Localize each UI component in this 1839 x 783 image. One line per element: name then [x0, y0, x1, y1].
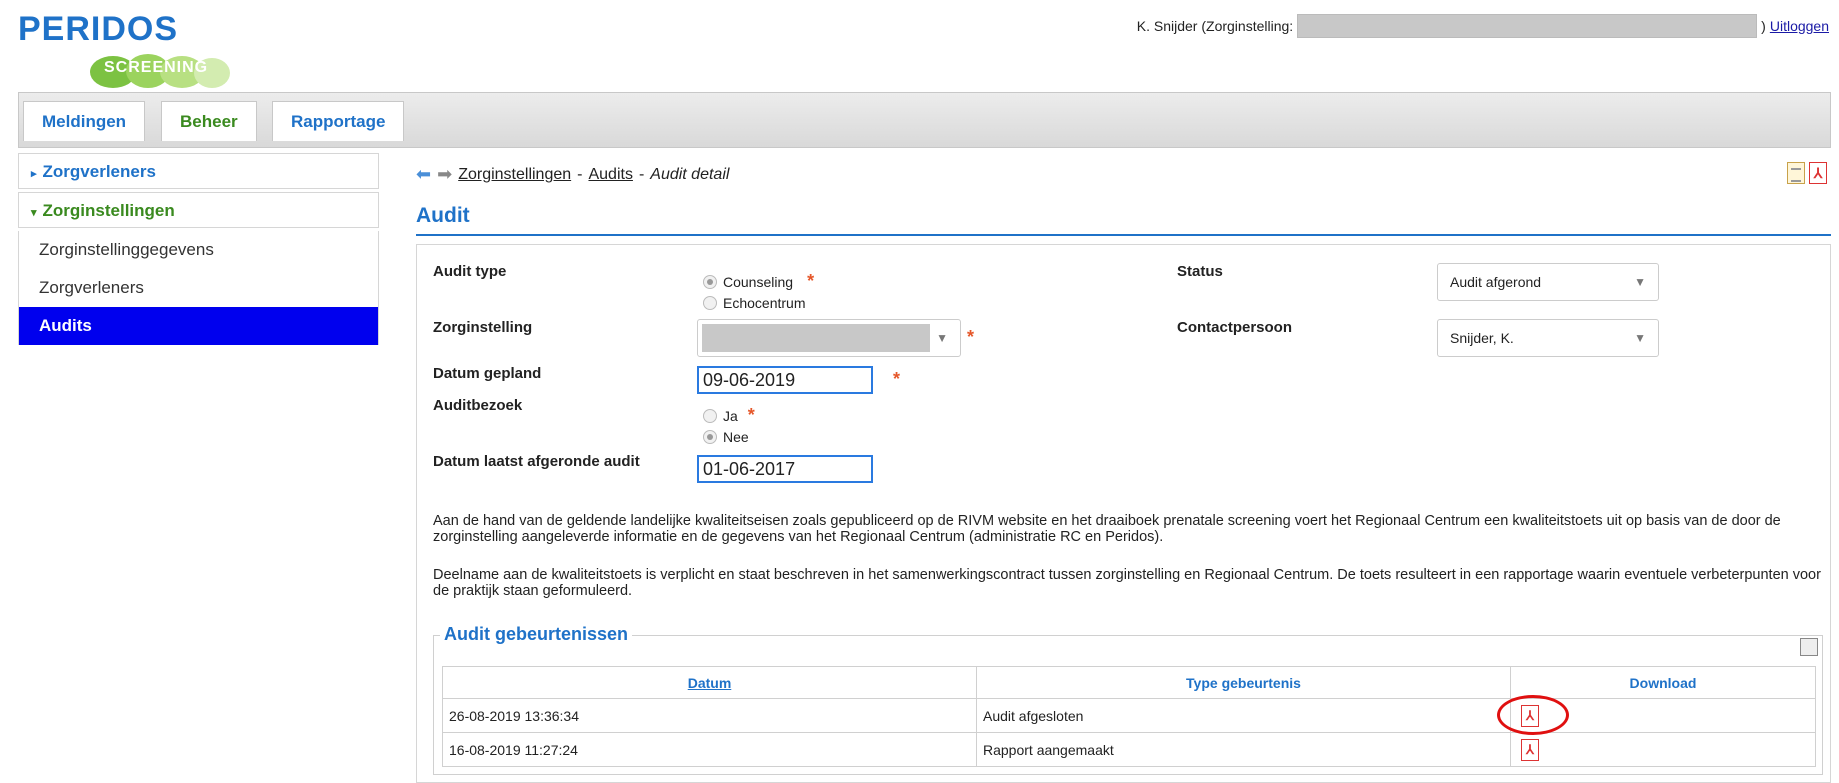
radio-ja[interactable]: Ja *: [703, 405, 755, 426]
audit-type-label: Audit type: [433, 263, 507, 280]
column-header-type: Type gebeurtenis: [976, 666, 1511, 699]
required-marker: *: [807, 271, 815, 291]
logo-subtitle: SCREENING: [104, 59, 209, 76]
logout-link[interactable]: Uitloggen: [1770, 18, 1829, 34]
radio-counseling[interactable]: Counseling *: [703, 271, 814, 292]
redacted-institution: [1297, 14, 1758, 38]
radio-button[interactable]: [703, 274, 717, 289]
zorginstelling-label: Zorginstelling: [433, 319, 533, 336]
table-row: 16-08-2019 11:27:24 Rapport aangemaakt ⅄: [442, 732, 1816, 767]
required-marker: *: [967, 327, 975, 347]
logo-title: PERIDOS: [18, 10, 179, 48]
sort-datum-link[interactable]: Datum: [688, 675, 732, 691]
export-icons: ⅄: [1787, 162, 1827, 184]
forward-arrow-icon[interactable]: ➡: [437, 164, 452, 185]
datum-laatst-input[interactable]: 01-06-2017: [697, 455, 873, 483]
cell-type: Rapport aangemaakt: [976, 732, 1511, 767]
info-paragraph-2: Deelname aan de kwaliteitstoets is verpl…: [433, 567, 1821, 599]
tab-beheer[interactable]: Beheer: [161, 101, 257, 141]
cell-download: ⅄: [1510, 732, 1816, 767]
columns-icon[interactable]: [1800, 638, 1818, 656]
column-header-datum[interactable]: Datum: [442, 666, 977, 699]
user-suffix: ): [1761, 18, 1766, 34]
audit-events-table: Datum Type gebeurtenis Download 26-08-20…: [442, 666, 1816, 767]
contactpersoon-select-value: Snijder, K.: [1450, 330, 1514, 346]
tab-meldingen[interactable]: Meldingen: [23, 101, 146, 141]
chevron-down-icon: ▼: [1634, 275, 1646, 289]
user-name: K. Snijder (Zorginstelling:: [1136, 18, 1294, 34]
required-marker: *: [893, 369, 901, 389]
cell-datum: 26-08-2019 13:36:34: [442, 698, 977, 733]
audit-events-title: Audit gebeurtenissen: [440, 624, 633, 645]
caret-right-icon: ▸: [31, 168, 37, 180]
audit-events-fieldset: Audit gebeurtenissen Datum Type gebeurte…: [433, 624, 1823, 775]
peridos-logo: PERIDOS SCREENING: [18, 10, 248, 88]
datum-gepland-label: Datum gepland: [433, 365, 542, 382]
sidebar-group-label: Zorgverleners: [42, 162, 156, 181]
breadcrumb-separator: -: [638, 165, 645, 183]
status-select-value: Audit afgerond: [1450, 274, 1542, 290]
audit-form-panel: Audit type Counseling * Echocentrum Stat…: [416, 244, 1831, 783]
contactpersoon-label: Contactpersoon: [1177, 319, 1293, 336]
pdf-download-icon[interactable]: ⅄: [1521, 738, 1539, 761]
cell-type: Audit afgesloten: [976, 698, 1511, 733]
breadcrumb-current: Audit detail: [650, 165, 730, 183]
radio-echocentrum[interactable]: Echocentrum: [703, 295, 805, 311]
pdf-icon[interactable]: ⅄: [1809, 162, 1827, 184]
breadcrumb-zorginstellingen[interactable]: Zorginstellingen: [458, 166, 571, 184]
chevron-down-icon: ▼: [936, 331, 948, 345]
radio-nee[interactable]: Nee: [703, 429, 749, 445]
breadcrumb-audits[interactable]: Audits: [588, 166, 632, 184]
document-icon[interactable]: [1787, 162, 1805, 184]
radio-label: Nee: [723, 429, 749, 445]
required-marker: *: [747, 405, 755, 425]
page-title: Audit: [416, 204, 1831, 236]
radio-button[interactable]: [703, 408, 717, 423]
table-row: 26-08-2019 13:36:34 Audit afgesloten ⅄: [442, 695, 1816, 735]
auditbezoek-label: Auditbezoek: [433, 397, 523, 414]
sidebar-group-zorginstellingen[interactable]: ▾ Zorginstellingen: [18, 192, 379, 228]
contactpersoon-select[interactable]: Snijder, K. ▼: [1437, 319, 1659, 357]
column-header-download: Download: [1510, 666, 1816, 699]
radio-button[interactable]: [703, 296, 717, 310]
datum-laatst-label: Datum laatst afgeronde audit: [433, 453, 640, 470]
radio-label: Echocentrum: [723, 295, 806, 311]
cell-datum: 16-08-2019 11:27:24: [442, 732, 977, 767]
sidebar-item-zorgverleners[interactable]: Zorgverleners: [18, 269, 379, 307]
chevron-down-icon: ▼: [1634, 331, 1646, 345]
datum-gepland-input[interactable]: 09-06-2019: [697, 366, 873, 394]
breadcrumb-separator: -: [577, 165, 583, 183]
sidebar-item-zorginstellinggegevens[interactable]: Zorginstellinggegevens: [18, 231, 379, 269]
sidebar-item-audits[interactable]: Audits: [18, 307, 379, 345]
radio-label: Counseling: [723, 273, 794, 290]
sidebar-group-zorgverleners[interactable]: ▸ Zorgverleners: [18, 153, 379, 189]
user-bar: K. Snijder (Zorginstelling: ) Uitloggen: [1137, 14, 1829, 38]
caret-down-icon: ▾: [31, 207, 37, 219]
sidebar: ▸ Zorgverleners ▾ Zorginstellingen Zorgins…: [18, 153, 379, 353]
status-select[interactable]: Audit afgerond ▼: [1437, 263, 1659, 301]
redacted-value: [702, 324, 930, 352]
radio-button[interactable]: [703, 430, 717, 444]
zorginstelling-select[interactable]: ▼: [697, 319, 961, 357]
cell-download: ⅄: [1497, 695, 1816, 735]
highlight-circle: [1497, 695, 1569, 735]
main-tab-bar: Meldingen Beheer Rapportage: [18, 92, 1831, 148]
sidebar-group-label: Zorginstellingen: [42, 201, 175, 220]
status-label: Status: [1177, 263, 1223, 280]
breadcrumb: ⬅ ➡ Zorginstellingen - Audits - Audit de…: [416, 164, 729, 185]
info-paragraph-1: Aan de hand van de geldende landelijke k…: [433, 513, 1781, 545]
back-arrow-icon[interactable]: ⬅: [416, 164, 431, 185]
tab-rapportage[interactable]: Rapportage: [272, 101, 405, 141]
radio-label: Ja: [723, 407, 738, 424]
